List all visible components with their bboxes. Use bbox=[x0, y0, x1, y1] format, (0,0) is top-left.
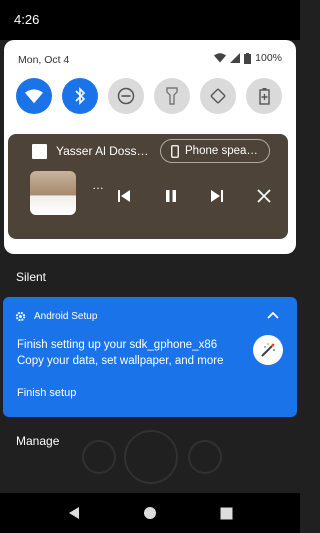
auto-rotate-icon bbox=[210, 88, 226, 104]
silent-section-header: Silent bbox=[16, 270, 47, 284]
battery-percent: 100% bbox=[255, 52, 282, 64]
flashlight-icon bbox=[166, 87, 178, 105]
output-label: Phone spea… bbox=[185, 145, 258, 157]
media-title: Yasser Al Doss… bbox=[56, 144, 149, 158]
manage-button[interactable]: Manage bbox=[16, 434, 59, 448]
finish-setup-button[interactable]: Finish setup bbox=[17, 387, 76, 399]
collapse-chevron-icon[interactable] bbox=[267, 311, 279, 319]
wifi-icon bbox=[25, 88, 43, 103]
media-player-card[interactable]: Yasser Al Doss… Phone spea… … bbox=[8, 134, 288, 239]
output-switcher-button[interactable]: Phone spea… bbox=[160, 139, 270, 163]
bg-next-circle bbox=[188, 440, 222, 474]
battery-saver-icon bbox=[258, 88, 270, 105]
album-art bbox=[30, 171, 76, 215]
recents-button[interactable] bbox=[218, 505, 234, 521]
status-bar: 4:26 bbox=[0, 0, 300, 40]
back-button[interactable] bbox=[66, 505, 82, 521]
gear-icon bbox=[15, 311, 26, 322]
quick-tiles bbox=[16, 78, 282, 114]
notification-title: Finish setting up your sdk_gphone_x86 bbox=[17, 339, 218, 351]
skip-previous-icon bbox=[118, 190, 130, 202]
quick-settings-panel: Mon, Oct 4 100% Yasser Al Doss… Phone sp… bbox=[4, 40, 296, 254]
system-status: 100% bbox=[214, 52, 282, 64]
media-app-icon bbox=[32, 144, 47, 159]
signal-icon bbox=[230, 53, 241, 63]
tile-battery-saver[interactable] bbox=[246, 78, 282, 114]
setup-wand-icon bbox=[253, 335, 283, 365]
status-time: 4:26 bbox=[14, 12, 40, 27]
previous-button[interactable] bbox=[114, 186, 134, 206]
media-subtitle: … bbox=[92, 178, 104, 192]
skip-next-icon bbox=[211, 190, 223, 202]
home-button[interactable] bbox=[142, 505, 158, 521]
do-not-disturb-icon bbox=[117, 87, 135, 105]
setup-notification[interactable]: Android Setup Finish setting up your sdk… bbox=[3, 297, 297, 417]
battery-icon bbox=[244, 52, 252, 64]
tile-wifi[interactable] bbox=[16, 78, 52, 114]
tile-flashlight[interactable] bbox=[154, 78, 190, 114]
dismiss-media-button[interactable] bbox=[254, 186, 274, 206]
bg-prev-circle bbox=[82, 440, 116, 474]
home-icon bbox=[144, 507, 156, 519]
navigation-bar bbox=[0, 493, 300, 533]
tile-bluetooth[interactable] bbox=[62, 78, 98, 114]
notification-header: Android Setup bbox=[15, 311, 97, 322]
pause-button[interactable] bbox=[161, 186, 181, 206]
back-icon bbox=[69, 507, 79, 519]
next-button[interactable] bbox=[207, 186, 227, 206]
bg-play-circle bbox=[124, 430, 178, 484]
tile-auto-rotate[interactable] bbox=[200, 78, 236, 114]
pause-icon bbox=[166, 190, 176, 202]
date-label: Mon, Oct 4 bbox=[18, 54, 70, 66]
close-icon bbox=[257, 189, 271, 203]
recents-icon bbox=[220, 507, 232, 519]
notification-text: Copy your data, set wallpaper, and more bbox=[17, 355, 224, 367]
notification-app-name: Android Setup bbox=[34, 311, 98, 322]
bluetooth-icon bbox=[75, 87, 86, 105]
phone-icon bbox=[171, 144, 179, 158]
tile-do-not-disturb[interactable] bbox=[108, 78, 144, 114]
wifi-status-icon bbox=[214, 53, 227, 63]
